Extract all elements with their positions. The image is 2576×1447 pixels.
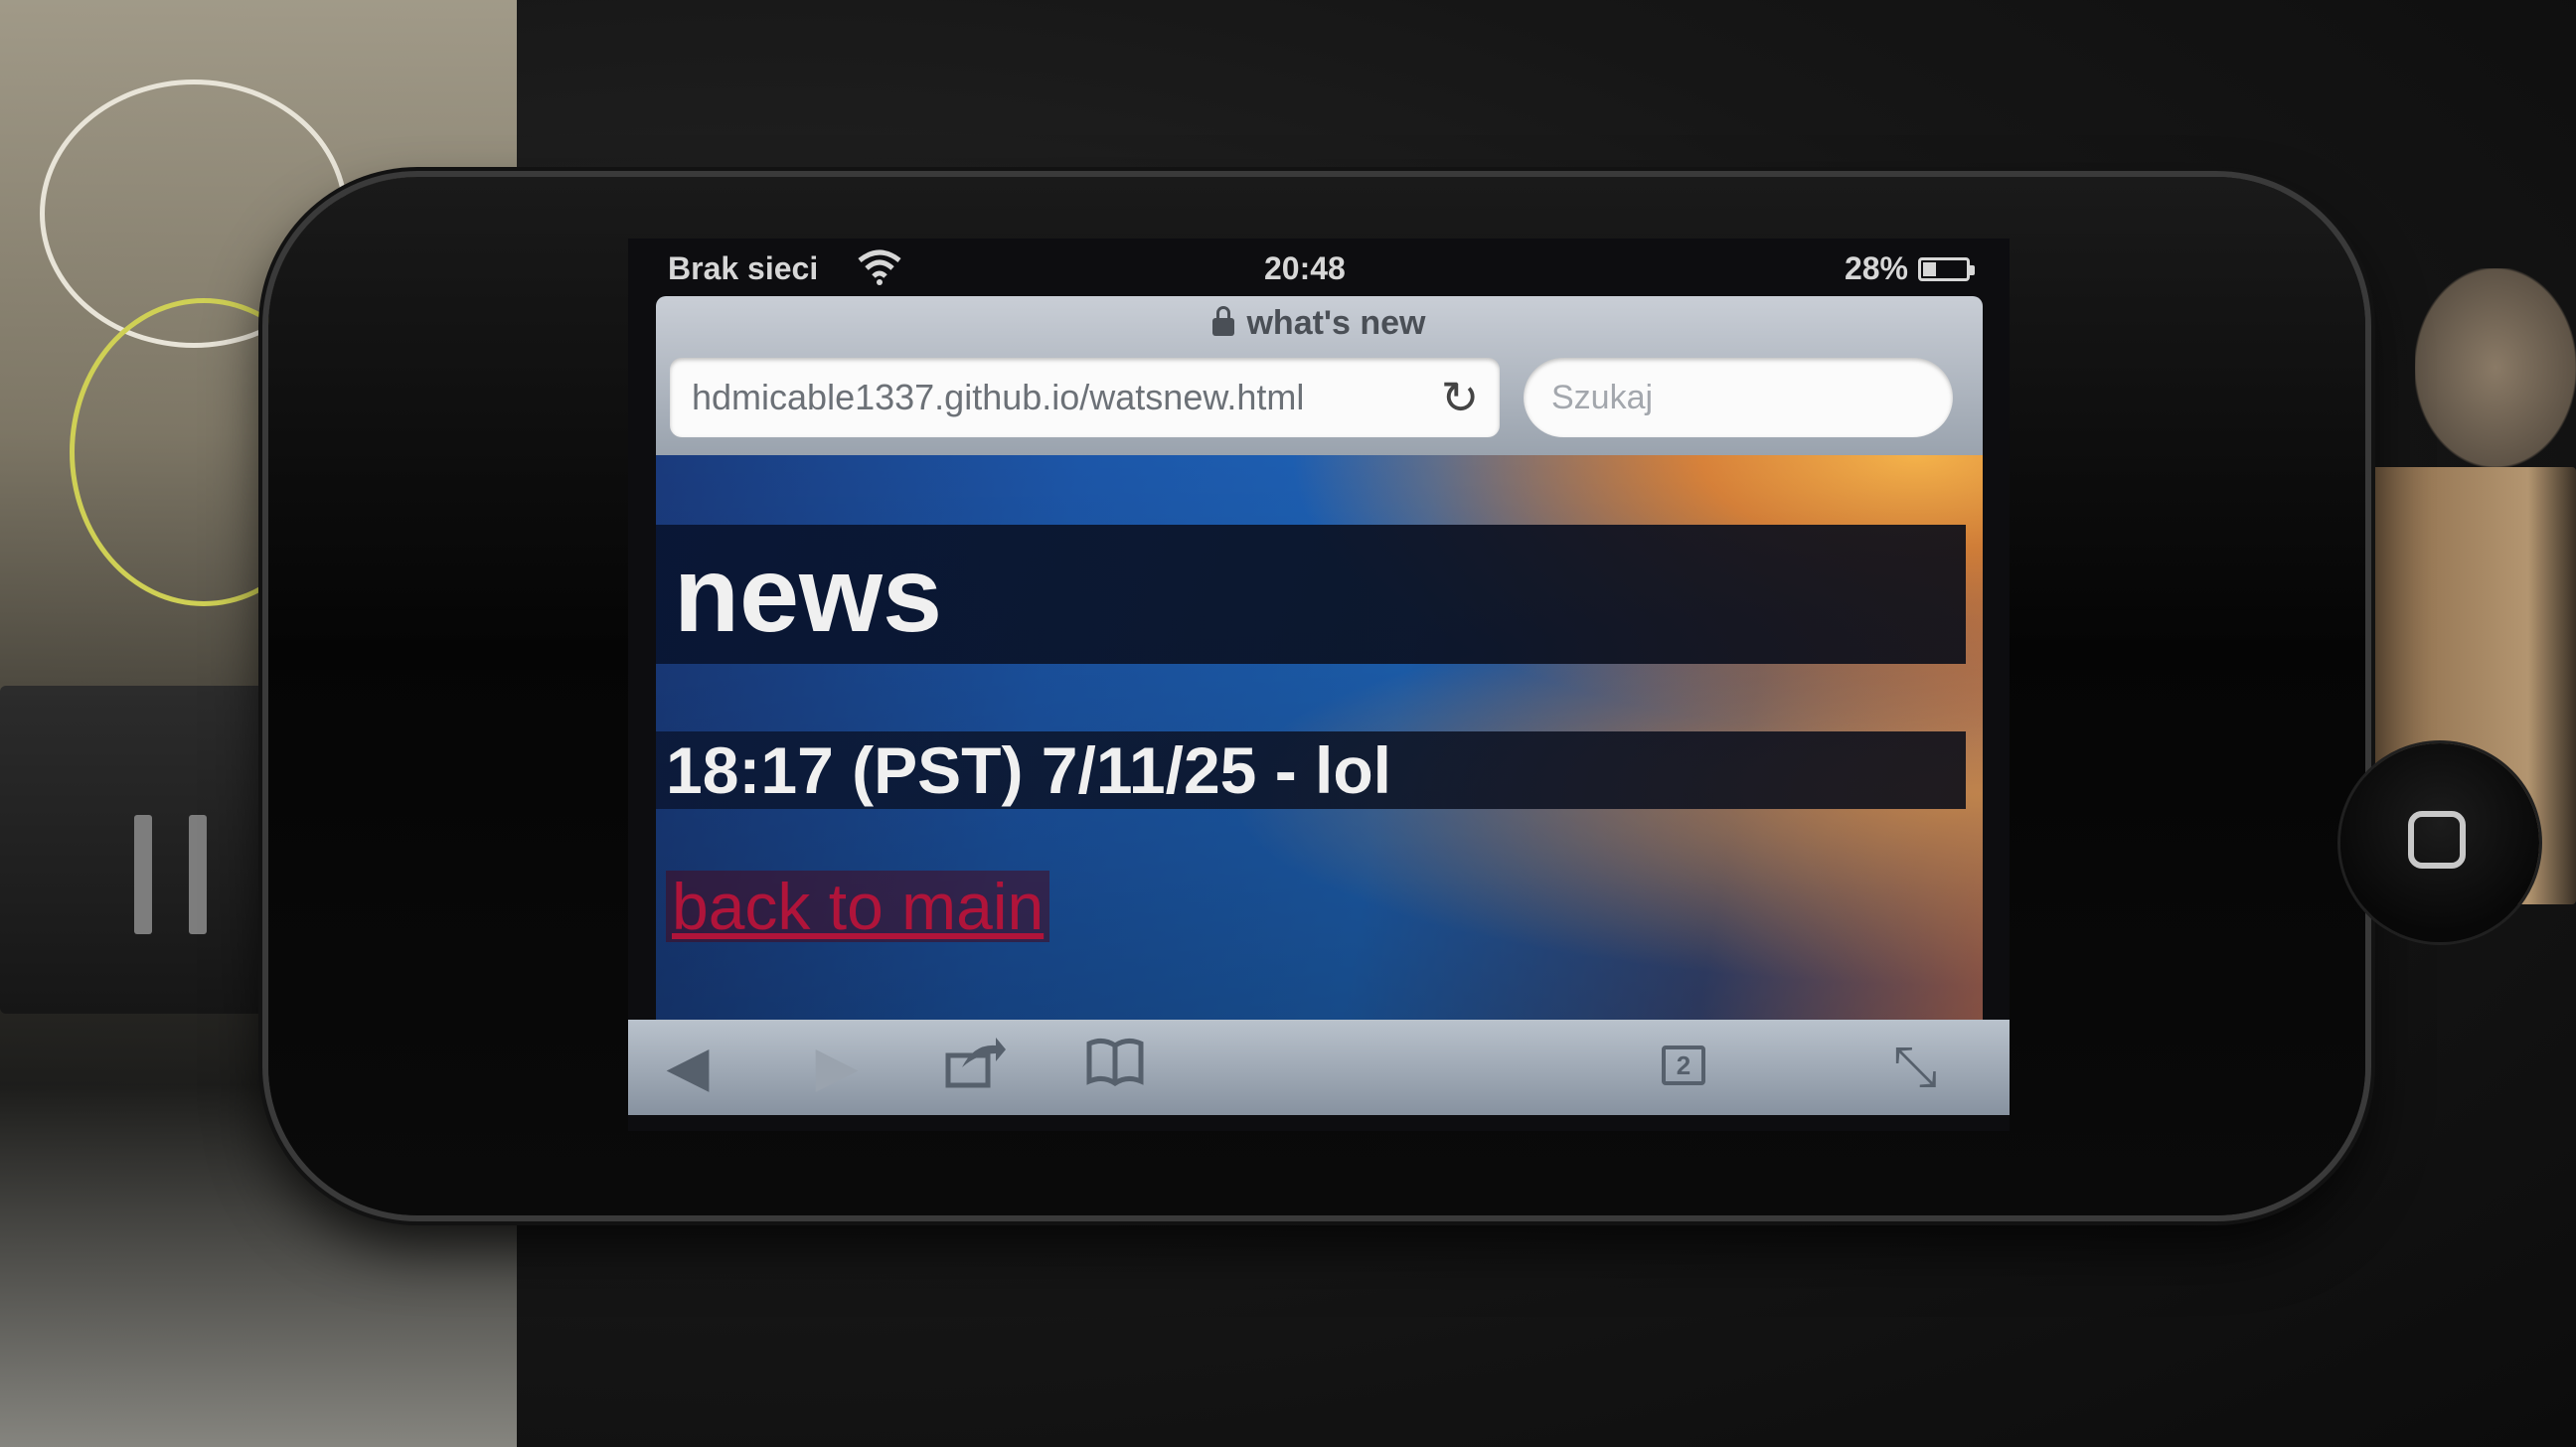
- back-to-main-link[interactable]: back to main: [666, 871, 1050, 942]
- back-arrow-icon[interactable]: ◀: [648, 1034, 727, 1101]
- background-tape: [2415, 268, 2576, 467]
- heading-bar: news: [656, 525, 1966, 664]
- bookmarks-icon[interactable]: [1075, 1034, 1155, 1101]
- device-slot: [189, 815, 207, 934]
- page-heading: news: [674, 534, 943, 654]
- device-slot: [134, 815, 152, 934]
- post-item: 18:17 (PST) 7/11/25 - lol: [656, 731, 1966, 809]
- carrier-label: Brak sieci: [668, 250, 819, 286]
- phone-screen: Brak sieci 20:48 28% what's new hdmicabl…: [628, 239, 2010, 1131]
- battery-icon: [1918, 256, 1975, 281]
- page-title: what's new: [656, 304, 1983, 343]
- home-button-icon[interactable]: [2340, 743, 2539, 942]
- battery-indicator: 28%: [1844, 250, 1975, 287]
- battery-percent: 28%: [1844, 250, 1908, 286]
- browser-bottom-toolbar: ◀ ▶ 2 ⤡: [628, 1020, 2010, 1115]
- url-text: hdmicable1337.github.io/watsnew.html: [692, 377, 1305, 417]
- lock-icon: [1212, 306, 1235, 336]
- status-bar: Brak sieci 20:48 28%: [628, 239, 2010, 296]
- share-icon[interactable]: [936, 1034, 1016, 1101]
- home-square: [2408, 811, 2466, 869]
- forward-arrow-icon[interactable]: ▶: [797, 1034, 877, 1101]
- page-title-text: what's new: [1246, 304, 1426, 342]
- web-content: news 18:17 (PST) 7/11/25 - lol back to m…: [656, 455, 1983, 1020]
- browser-top-toolbar: what's new hdmicable1337.github.io/watsn…: [656, 296, 1983, 455]
- tabs-icon[interactable]: 2: [1662, 1045, 1705, 1085]
- post-text: 18:17 (PST) 7/11/25 - lol: [666, 733, 1391, 807]
- reload-icon[interactable]: ↻: [1436, 374, 1484, 421]
- search-input[interactable]: Szukaj: [1524, 358, 1953, 437]
- fullscreen-icon[interactable]: ⤡: [1875, 1034, 1955, 1101]
- address-bar[interactable]: hdmicable1337.github.io/watsnew.html ↻: [670, 358, 1500, 437]
- wifi-icon: [857, 246, 902, 294]
- clock: 20:48: [1264, 250, 1346, 286]
- search-placeholder: Szukaj: [1551, 379, 1654, 416]
